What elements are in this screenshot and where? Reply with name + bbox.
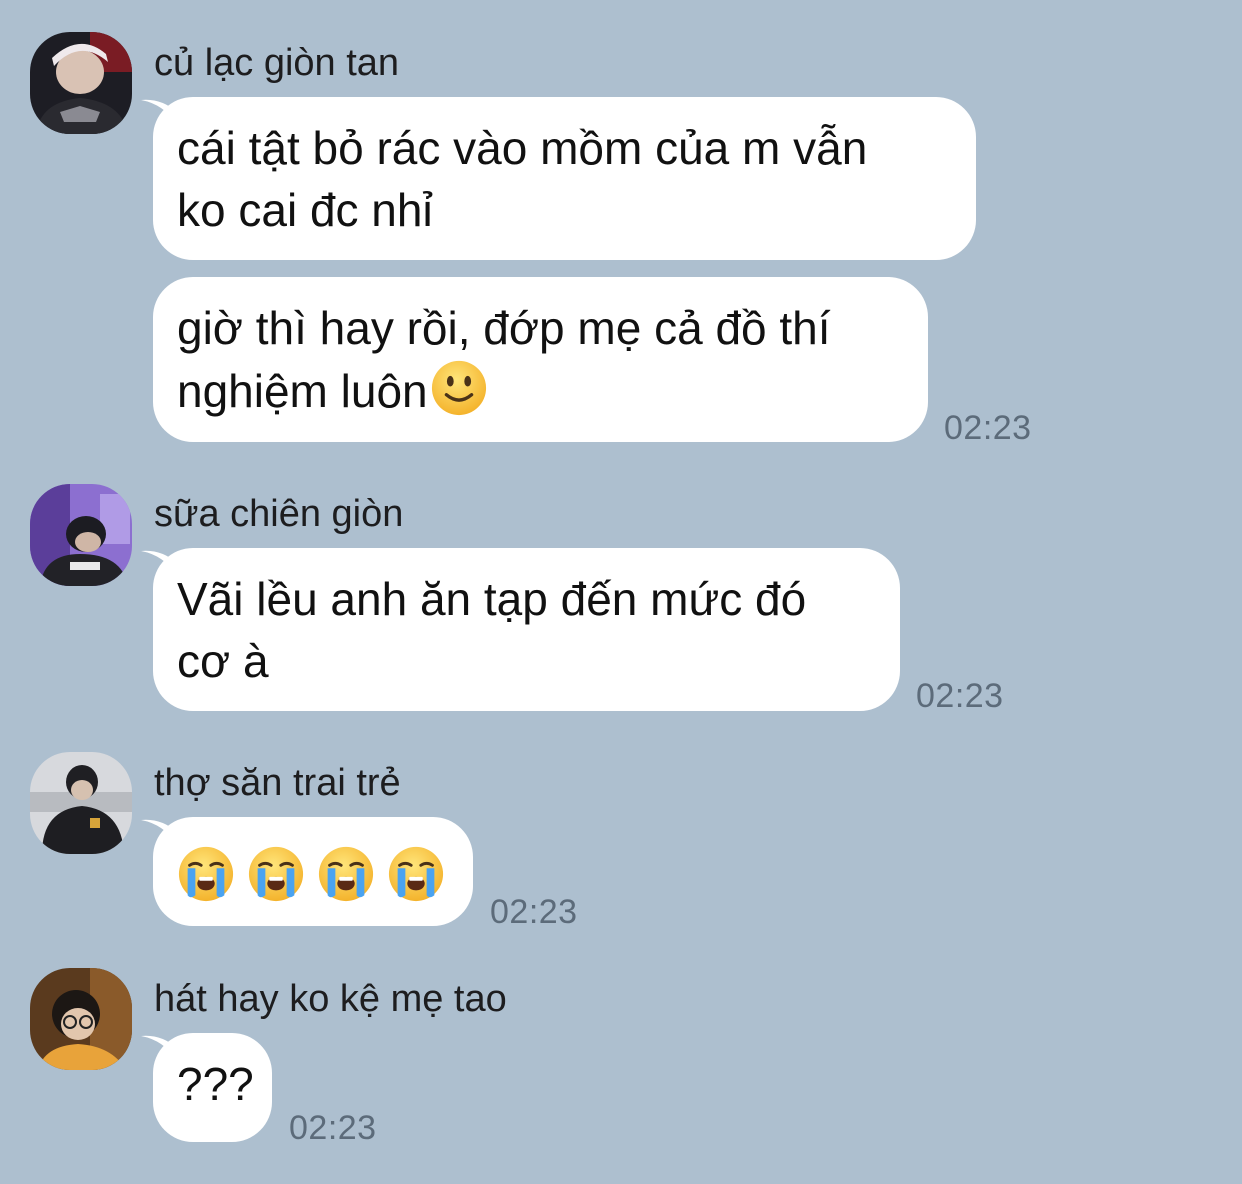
message-text: ko cai đc nhỉ: [177, 184, 433, 236]
message-bubble[interactable]: ???: [153, 1033, 272, 1142]
loudly-crying-face-icon: [247, 845, 305, 903]
sender-name: sữa chiên giòn: [154, 493, 404, 535]
message-timestamp: 02:23: [916, 677, 1004, 715]
sender-name: thợ săn trai trẻ: [154, 762, 401, 804]
loudly-crying-face-icon: [177, 845, 235, 903]
sender-name: củ lạc giòn tan: [154, 42, 400, 84]
message-bubble[interactable]: giờ thì hay rồi, đớp mẹ cả đồ thí nghiệm…: [153, 277, 928, 442]
sender-name: hát hay ko kệ mẹ tao: [154, 978, 507, 1020]
avatar-hat-hay-ko-ke-me-tao[interactable]: [30, 968, 132, 1070]
avatar-sua-chien-gion[interactable]: [30, 484, 132, 586]
avatar-tho-san-trai-tre[interactable]: [30, 752, 132, 854]
emoji-row: [177, 837, 449, 903]
message-bubble[interactable]: Vãi lều anh ăn tạp đến mức đó cơ à: [153, 548, 900, 711]
loudly-crying-face-icon: [317, 845, 375, 903]
avatar-cu-lac-gion-tan[interactable]: [30, 32, 132, 134]
message-timestamp: 02:23: [289, 1109, 377, 1147]
loudly-crying-face-icon: [387, 845, 445, 903]
message-bubble[interactable]: [153, 817, 473, 926]
message-text: giờ thì hay rồi, đớp mẹ cả đồ thí: [177, 302, 831, 354]
message-text: ???: [177, 1058, 254, 1110]
message-text: nghiệm luôn: [177, 365, 428, 417]
message-bubble[interactable]: cái tật bỏ rác vào mồm của m vẫn ko cai …: [153, 97, 976, 260]
message-text: cái tật bỏ rác vào mồm của m vẫn: [177, 122, 868, 174]
message-text: Vãi lều anh ăn tạp đến mức đó: [177, 573, 807, 625]
slightly-smiling-face-icon: [430, 359, 488, 432]
message-timestamp: 02:23: [944, 409, 1032, 447]
message-text: cơ à: [177, 635, 269, 687]
message-timestamp: 02:23: [490, 893, 578, 931]
